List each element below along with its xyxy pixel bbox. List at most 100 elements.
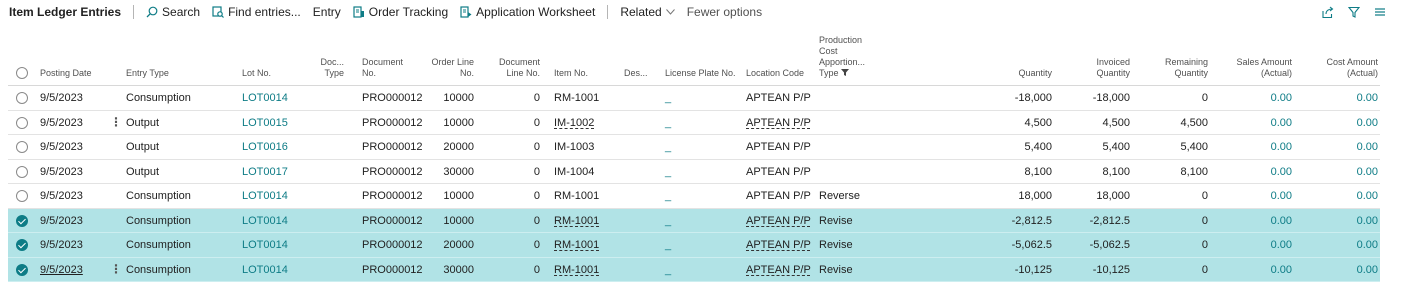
row-select-radio[interactable] xyxy=(16,263,28,276)
location-code-cell[interactable]: APTEAN P/P xyxy=(746,258,811,282)
lot-no-cell[interactable]: LOT0014 xyxy=(242,86,288,110)
sales-amount-cell[interactable]: 0.00 xyxy=(1222,258,1292,282)
col-sales-amount-actual[interactable]: Sales Amount (Actual) xyxy=(1222,57,1292,79)
sales-amount-cell[interactable]: 0.00 xyxy=(1222,135,1292,159)
cost-amount-cell[interactable]: 0.00 xyxy=(1308,86,1378,110)
license-plate-cell[interactable]: _ xyxy=(665,233,671,257)
sales-amount-cell[interactable]: 0.00 xyxy=(1222,209,1292,233)
fewer-options-button[interactable]: Fewer options xyxy=(681,5,768,19)
posting-date-cell[interactable]: 9/5/2023 xyxy=(40,86,83,110)
table-row[interactable]: 9/5/2023 ⋮ Consumption LOT0014 PRO000012… xyxy=(8,184,1380,209)
license-plate-cell[interactable]: _ xyxy=(665,86,671,110)
table-row[interactable]: 9/5/2023 ⋮ Consumption LOT0014 PRO000012… xyxy=(8,208,1380,233)
license-plate-cell[interactable]: _ xyxy=(665,135,671,159)
item-no-cell[interactable]: RM-1001 xyxy=(554,258,599,282)
cost-amount-cell[interactable]: 0.00 xyxy=(1308,135,1378,159)
item-no-cell[interactable]: RM-1001 xyxy=(554,233,599,257)
lot-no-cell[interactable]: LOT0014 xyxy=(242,209,288,233)
item-no-cell[interactable]: IM-1002 xyxy=(554,111,594,135)
sales-amount-cell[interactable]: 0.00 xyxy=(1222,233,1292,257)
row-select-radio[interactable] xyxy=(16,92,28,104)
list-view-icon[interactable] xyxy=(1374,6,1386,18)
sales-amount-cell[interactable]: 0.00 xyxy=(1222,160,1292,184)
item-no-cell[interactable]: IM-1004 xyxy=(554,160,594,184)
row-select-radio[interactable] xyxy=(16,116,28,129)
search-button[interactable]: Search xyxy=(140,5,206,19)
cost-amount-cell[interactable]: 0.00 xyxy=(1308,258,1378,282)
location-code-cell[interactable]: APTEAN P/P xyxy=(746,209,811,233)
col-invoiced-quantity[interactable]: Invoiced Quantity xyxy=(1072,57,1130,79)
lot-no-cell[interactable]: LOT0014 xyxy=(242,258,288,282)
posting-date-cell[interactable]: 9/5/2023 xyxy=(40,111,83,135)
lot-no-cell[interactable]: LOT0016 xyxy=(242,135,288,159)
lot-no-cell[interactable]: LOT0014 xyxy=(242,184,288,208)
posting-date-cell[interactable]: 9/5/2023 xyxy=(40,258,83,282)
col-quantity[interactable]: Quantity xyxy=(992,68,1052,79)
row-select-radio[interactable] xyxy=(16,165,28,178)
col-entry-type[interactable]: Entry Type xyxy=(126,68,169,79)
sales-amount-cell[interactable]: 0.00 xyxy=(1222,184,1292,208)
posting-date-cell[interactable]: 9/5/2023 xyxy=(40,209,83,233)
row-actions-icon[interactable]: ⋮ xyxy=(110,111,122,135)
row-select-radio[interactable] xyxy=(16,214,28,227)
related-menu-button[interactable]: Related xyxy=(614,5,680,19)
col-description[interactable]: Des... xyxy=(624,68,648,79)
row-actions-icon[interactable]: ⋮ xyxy=(110,258,122,282)
filter-icon[interactable] xyxy=(1348,6,1360,18)
table-row[interactable]: 9/5/2023 ⋮ Output LOT0015 PRO000012 1000… xyxy=(8,111,1380,135)
col-doc-type[interactable]: Doc... Type xyxy=(302,57,344,79)
license-plate-cell[interactable]: _ xyxy=(665,111,671,135)
table-row[interactable]: 9/5/2023 ⋮ Output LOT0016 PRO000012 2000… xyxy=(8,135,1380,160)
location-code-cell[interactable]: APTEAN P/P xyxy=(746,135,811,159)
item-no-cell[interactable]: RM-1001 xyxy=(554,209,599,233)
col-license-plate-no[interactable]: License Plate No. xyxy=(665,68,736,79)
cost-amount-cell[interactable]: 0.00 xyxy=(1308,184,1378,208)
lot-no-cell[interactable]: LOT0017 xyxy=(242,160,288,184)
posting-date-cell[interactable]: 9/5/2023 xyxy=(40,233,83,257)
col-remaining-quantity[interactable]: Remaining Quantity xyxy=(1148,57,1208,79)
cost-amount-cell[interactable]: 0.00 xyxy=(1308,209,1378,233)
table-row[interactable]: 9/5/2023 ⋮ Consumption LOT0014 PRO000012… xyxy=(8,257,1380,282)
col-document-line-no[interactable]: Document Line No. xyxy=(488,57,540,79)
item-no-cell[interactable]: RM-1001 xyxy=(554,86,599,110)
col-lot-no[interactable]: Lot No. xyxy=(242,68,271,79)
cost-amount-cell[interactable]: 0.00 xyxy=(1308,233,1378,257)
col-cost-amount-actual[interactable]: Cost Amount (Actual) xyxy=(1308,57,1378,79)
row-select-radio[interactable] xyxy=(16,190,28,202)
license-plate-cell[interactable]: _ xyxy=(665,160,671,184)
location-code-cell[interactable]: APTEAN P/P xyxy=(746,111,811,135)
order-tracking-button[interactable]: Order Tracking xyxy=(347,5,454,19)
col-location-code[interactable]: Location Code xyxy=(746,68,804,79)
cost-amount-cell[interactable]: 0.00 xyxy=(1308,111,1378,135)
find-entries-button[interactable]: Find entries... xyxy=(206,5,307,19)
posting-date-cell[interactable]: 9/5/2023 xyxy=(40,160,83,184)
sales-amount-cell[interactable]: 0.00 xyxy=(1222,111,1292,135)
table-row[interactable]: 9/5/2023 ⋮ Consumption LOT0014 PRO000012… xyxy=(8,233,1380,258)
table-row[interactable]: 9/5/2023 ⋮ Output LOT0017 PRO000012 3000… xyxy=(8,160,1380,184)
item-no-cell[interactable]: RM-1001 xyxy=(554,184,599,208)
item-no-cell[interactable]: IM-1003 xyxy=(554,135,594,159)
posting-date-cell[interactable]: 9/5/2023 xyxy=(40,135,83,159)
col-production-cost-apportion-type[interactable]: Production Cost Apportion... Type xyxy=(819,35,865,79)
table-row[interactable]: 9/5/2023 ⋮ Consumption LOT0014 PRO000012… xyxy=(8,86,1380,111)
application-worksheet-button[interactable]: Application Worksheet xyxy=(454,5,601,19)
col-document-no[interactable]: Document No. xyxy=(362,57,403,79)
location-code-cell[interactable]: APTEAN P/P xyxy=(746,160,811,184)
sales-amount-cell[interactable]: 0.00 xyxy=(1222,86,1292,110)
location-code-cell[interactable]: APTEAN P/P xyxy=(746,184,811,208)
row-select-radio[interactable] xyxy=(16,141,28,153)
select-all-radio[interactable] xyxy=(16,67,28,79)
posting-date-cell[interactable]: 9/5/2023 xyxy=(40,184,83,208)
col-order-line-no[interactable]: Order Line No. xyxy=(422,57,474,79)
location-code-cell[interactable]: APTEAN P/P xyxy=(746,86,811,110)
location-code-cell[interactable]: APTEAN P/P xyxy=(746,233,811,257)
col-item-no[interactable]: Item No. xyxy=(554,68,588,79)
license-plate-cell[interactable]: _ xyxy=(665,209,671,233)
share-icon[interactable] xyxy=(1321,6,1334,19)
lot-no-cell[interactable]: LOT0014 xyxy=(242,233,288,257)
row-select-radio[interactable] xyxy=(16,239,28,251)
col-posting-date[interactable]: Posting Date xyxy=(40,68,92,79)
license-plate-cell[interactable]: _ xyxy=(665,258,671,282)
cost-amount-cell[interactable]: 0.00 xyxy=(1308,160,1378,184)
lot-no-cell[interactable]: LOT0015 xyxy=(242,111,288,135)
